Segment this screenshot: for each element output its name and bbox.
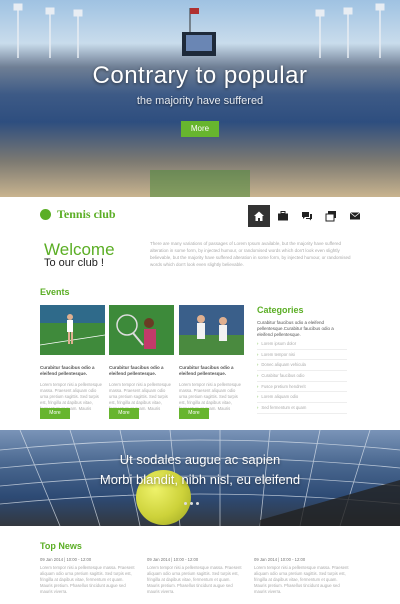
news-item: 09 Jan 2014 | 10:00 - 12:00 Lorem tempor… (147, 557, 242, 595)
home-icon (254, 211, 264, 221)
nav-services[interactable] (272, 205, 294, 227)
hero-subtitle: the majority have suffered (136, 95, 264, 107)
welcome-subtitle: To our club ! (44, 257, 104, 269)
banner-headline: Ut sodales augue ac sapien (119, 452, 281, 467)
chevron-right-icon: › (257, 341, 259, 346)
hero-more-button[interactable]: More (181, 121, 219, 137)
event-card: Curabitur faucibus odio a eleifend pelle… (179, 305, 244, 419)
slider-dot[interactable] (196, 502, 199, 505)
event-caption: Curabitur faucibus odio a eleifend pelle… (179, 365, 234, 376)
banner-subheadline: Morbi blandit, nibh nisl, eu eleifend (99, 472, 301, 487)
news-item: 09 Jan 2014 | 10:00 - 12:00 Lorem tempor… (40, 557, 135, 595)
news-text: Lorem tempor nisi a pellentesque massa. … (40, 565, 135, 594)
mail-icon (349, 212, 361, 220)
event-more-button[interactable]: More (109, 408, 139, 419)
event-caption: Curabitur faucibus odio a eleifend pelle… (40, 365, 95, 376)
news-text: Lorem tempor nisi a pellentesque massa. … (147, 565, 242, 594)
event-image (109, 305, 174, 355)
chat-icon (302, 212, 312, 221)
chevron-right-icon: › (257, 394, 259, 400)
chevron-right-icon: › (257, 383, 259, 389)
event-card: Curabitur faucibus odio a eleifend pelle… (39, 305, 106, 419)
main-nav (248, 205, 366, 227)
news-meta: 09 Jan 2014 | 10:00 - 12:00 (147, 557, 199, 562)
slider-dots (184, 502, 199, 505)
category-item[interactable]: › Fusce pretium hendrerit (257, 382, 347, 393)
categories-heading: Categories (257, 305, 304, 315)
news-item: 09 Jan 2014 | 10:00 - 12:00 Lorem tempor… (254, 557, 349, 595)
event-caption: Curabitur faucibus odio a eleifend pelle… (109, 365, 164, 376)
event-image (39, 305, 106, 355)
categories-intro: Curabitur faucibus odio a eleifend pelle… (257, 320, 334, 337)
news-meta: 09 Jan 2014 | 10:00 - 12:00 (40, 557, 92, 562)
news-text: Lorem tempor nisi a pellentesque massa. … (254, 565, 349, 594)
news-meta: 09 Jan 2014 | 10:00 - 12:00 (254, 557, 306, 562)
chevron-right-icon: › (257, 405, 259, 411)
nav-blog[interactable] (296, 205, 318, 227)
category-item[interactable]: › Lorem ipsum dolor (257, 339, 347, 350)
tennis-ball-icon (40, 209, 51, 220)
hero-title: Contrary to popular (92, 62, 308, 89)
category-item[interactable]: › Lorem aliquam odio (257, 392, 347, 404)
category-item[interactable]: › Sed fermentum et quam (257, 403, 347, 414)
welcome-text: There are many variations of passages of… (150, 241, 351, 267)
category-item[interactable]: › Curabitur faucibus odio (257, 371, 347, 382)
stadium-lights-graphic (13, 3, 385, 58)
event-more-button[interactable]: More (179, 408, 209, 419)
slider-dot[interactable] (190, 502, 193, 505)
briefcase-icon (278, 211, 288, 221)
category-item[interactable]: › Lorem tempor nisi (257, 350, 347, 361)
event-more-button[interactable]: More (40, 408, 70, 419)
chevron-right-icon: › (257, 362, 259, 368)
court-graphic (150, 170, 250, 197)
event-card: Curabitur faucibus odio a eleifend pelle… (109, 305, 174, 419)
chevron-right-icon: › (257, 351, 259, 357)
top-news-heading: Top News (40, 541, 82, 551)
nav-gallery[interactable] (320, 205, 342, 227)
event-image (179, 305, 244, 355)
nav-home[interactable] (248, 205, 270, 227)
category-item[interactable]: › Donec aliquam vehicula (257, 360, 347, 372)
categories-list: › Lorem ipsum dolor › Lorem tempor nisi › D… (257, 339, 347, 414)
events-heading: Events (40, 287, 70, 297)
site-logo[interactable]: Tennis club (57, 207, 116, 222)
nav-contacts[interactable] (344, 205, 366, 227)
slider-dot[interactable] (184, 502, 187, 505)
chevron-right-icon: › (257, 373, 259, 379)
gallery-icon (325, 211, 336, 222)
